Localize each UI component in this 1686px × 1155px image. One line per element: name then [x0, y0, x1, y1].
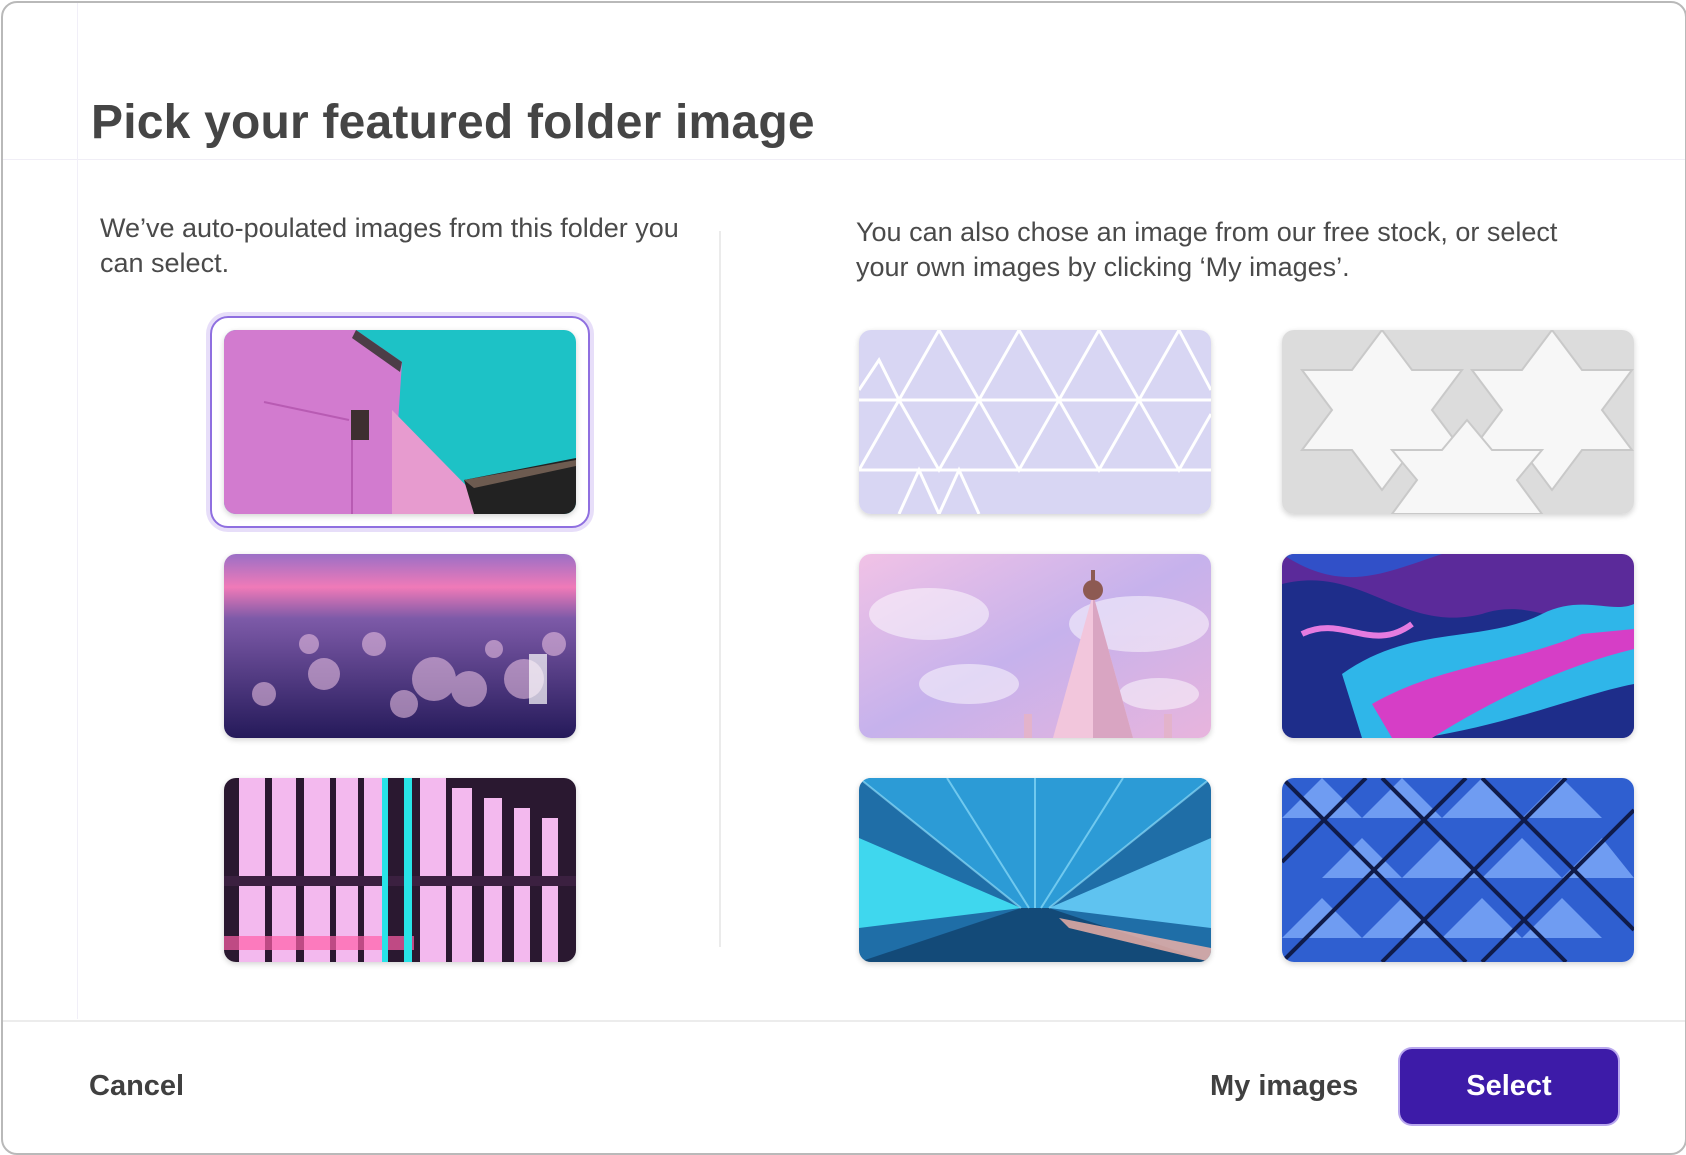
- select-button[interactable]: Select: [1400, 1049, 1618, 1124]
- neon-tunnel-image: [859, 778, 1211, 962]
- fluid-paint-image: [1282, 554, 1634, 738]
- dialog-title: Pick your featured folder image: [91, 96, 815, 149]
- stock-image-neon-tunnel[interactable]: [859, 778, 1211, 962]
- stock-image-geometric-ceiling[interactable]: [1282, 778, 1634, 962]
- stock-image-pink-spire[interactable]: [859, 554, 1211, 738]
- stock-image-fluid-paint[interactable]: [1282, 554, 1634, 738]
- white-woven-image: [1282, 330, 1634, 514]
- pink-spire-image: [859, 554, 1211, 738]
- image-picker-dialog: Pick your featured folder image We’ve au…: [1, 1, 1686, 1155]
- my-images-button[interactable]: My images: [1210, 1070, 1358, 1103]
- stock-image-triangle-dome[interactable]: [859, 330, 1211, 514]
- guide-line: [77, 3, 78, 1019]
- folder-image-bokeh[interactable]: [224, 554, 576, 738]
- stock-image-white-woven[interactable]: [1282, 330, 1634, 514]
- folder-image-pink-building[interactable]: [224, 330, 576, 514]
- folder-images-description: We’ve auto-poulated images from this fol…: [100, 213, 679, 278]
- geometric-ceiling-image: [1282, 778, 1634, 962]
- cancel-button[interactable]: Cancel: [89, 1070, 184, 1103]
- stock-images-description: You can also chose an image from our fre…: [856, 217, 1558, 282]
- pink-building-image: [224, 330, 576, 514]
- bokeh-lights-image: [224, 554, 576, 738]
- folder-image-neon-tubes[interactable]: [224, 778, 576, 962]
- neon-tubes-image: [224, 778, 576, 962]
- triangle-dome-image: [859, 330, 1211, 514]
- column-divider: [719, 231, 721, 947]
